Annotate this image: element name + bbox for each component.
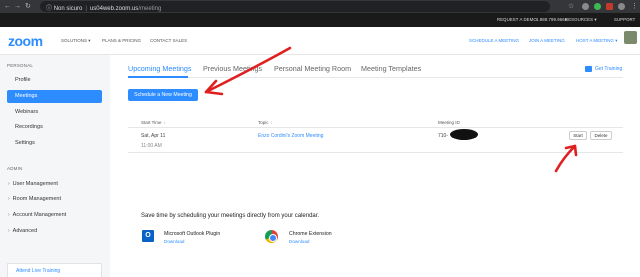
arrow-to-start-button: [554, 144, 577, 173]
arrow-to-schedule-button: [204, 46, 292, 94]
annotation-overlay: [204, 46, 578, 173]
